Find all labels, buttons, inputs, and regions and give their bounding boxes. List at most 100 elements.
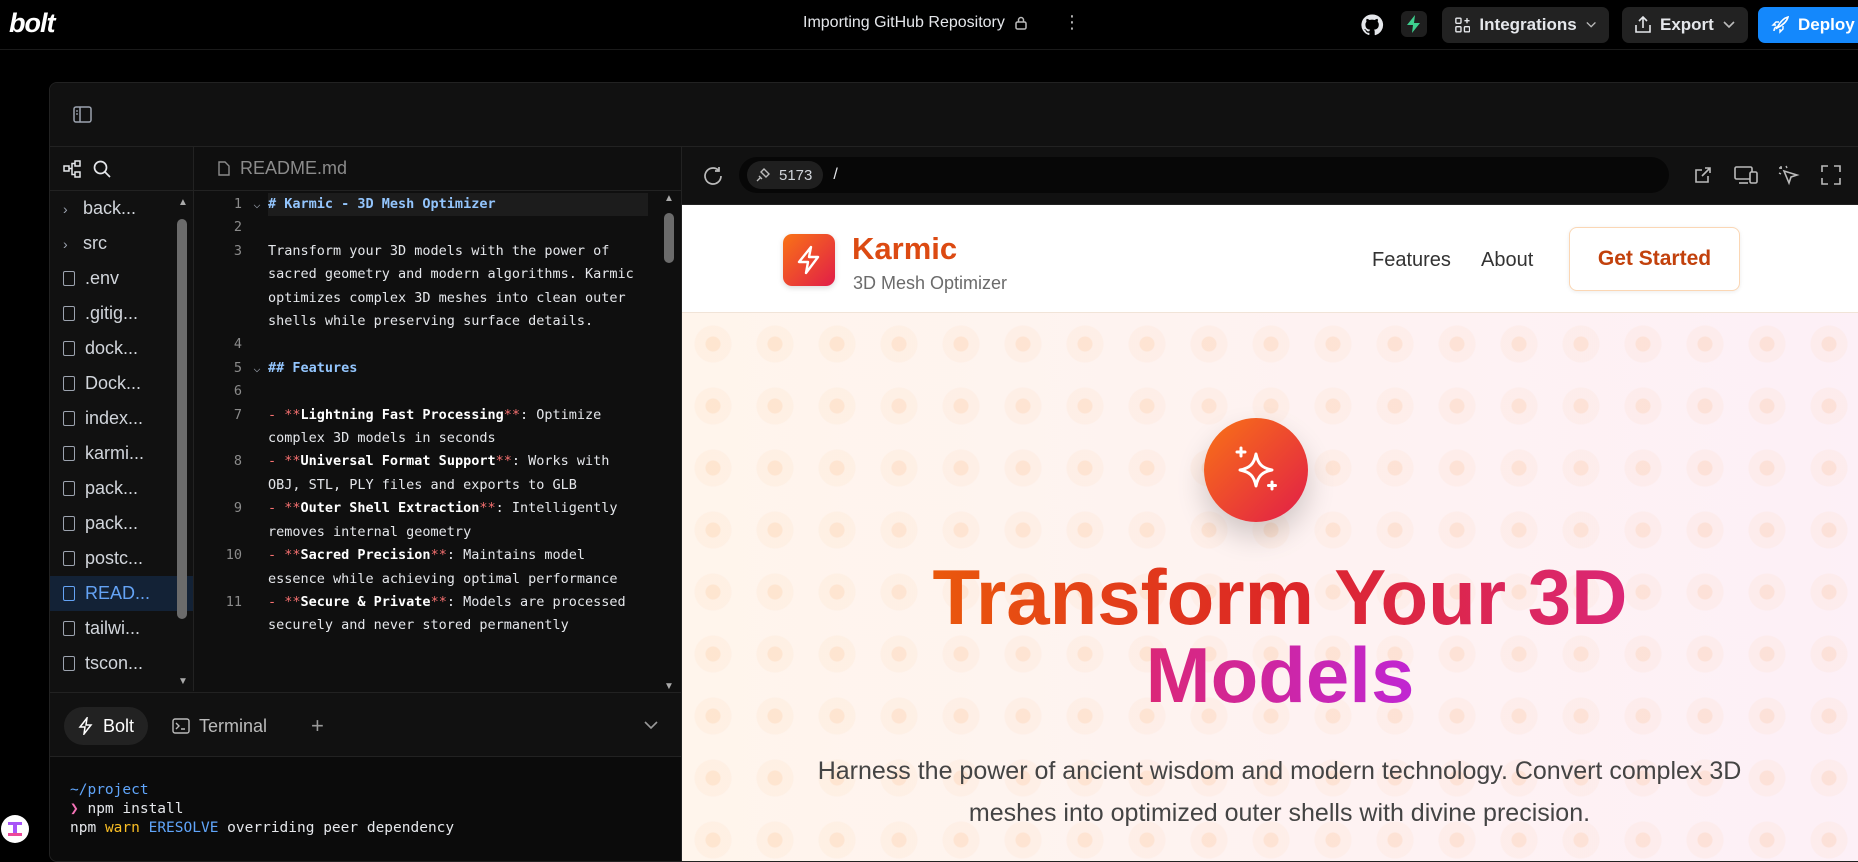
file-tree-folder[interactable]: › src bbox=[50, 226, 193, 261]
hero-section: Transform Your 3D Models Harness the pow… bbox=[682, 313, 1858, 861]
file-tree-label: tscon... bbox=[85, 653, 144, 673]
integrations-label: Integrations bbox=[1479, 15, 1577, 34]
file-tree-file[interactable]: READ... bbox=[50, 576, 193, 611]
project-title[interactable]: Importing GitHub Repository bbox=[803, 14, 1027, 32]
share-icon bbox=[1635, 16, 1651, 33]
site-navbar: Karmic 3D Mesh Optimizer Features About … bbox=[682, 205, 1858, 313]
file-tree-file[interactable]: pack... bbox=[50, 506, 193, 541]
terminal-message: overriding peer dependency bbox=[227, 820, 455, 836]
code-line: 1 ⌵ # Karmic - 3D Mesh Optimizer bbox=[194, 193, 681, 217]
rocket-icon bbox=[1771, 16, 1789, 34]
url-path: / bbox=[833, 166, 838, 183]
file-icon bbox=[218, 161, 230, 176]
export-button[interactable]: Export bbox=[1622, 7, 1748, 43]
search-icon[interactable] bbox=[93, 160, 111, 178]
lock-icon bbox=[1015, 16, 1027, 30]
chevron-down-icon bbox=[1586, 21, 1596, 28]
github-icon[interactable] bbox=[1360, 13, 1384, 37]
brand-name[interactable]: Karmic bbox=[852, 231, 957, 267]
file-tree-file[interactable]: dock... bbox=[50, 331, 193, 366]
code-lines[interactable]: 1 ⌵ # Karmic - 3D Mesh Optimizer 2 3 Transf… bbox=[194, 193, 681, 692]
file-icon bbox=[63, 621, 75, 636]
preview-toolbar: 5173 / bbox=[682, 147, 1858, 205]
port-selector[interactable]: 5173 bbox=[747, 161, 824, 189]
add-terminal-button[interactable]: + bbox=[297, 707, 338, 745]
file-tree-file[interactable]: tailwi... bbox=[50, 611, 193, 646]
workbench: › back... › src .env .gitig... dock... Dock... i… bbox=[49, 82, 1858, 862]
brand-tagline: 3D Mesh Optimizer bbox=[853, 273, 1008, 293]
get-started-button[interactable]: Get Started bbox=[1569, 227, 1740, 291]
reload-icon[interactable] bbox=[702, 165, 724, 187]
nav-link-features[interactable]: Features bbox=[1372, 249, 1451, 272]
file-tree-label: .env bbox=[85, 268, 120, 288]
file-tree-file[interactable]: .env bbox=[50, 261, 193, 296]
tab-terminal[interactable]: Terminal bbox=[158, 707, 281, 745]
file-tree-label: tailwi... bbox=[85, 618, 141, 638]
file-icon bbox=[63, 481, 75, 496]
avatar[interactable] bbox=[1, 815, 29, 843]
file-tree-file[interactable]: tscon... bbox=[50, 646, 193, 681]
hero-title-line-2: Models bbox=[1145, 631, 1415, 719]
code-line: 6 bbox=[233, 383, 242, 400]
grid-plus-icon bbox=[1455, 17, 1471, 33]
code-line-text: # Karmic - 3D Mesh Optimizer bbox=[268, 193, 648, 217]
chevron-down-icon[interactable] bbox=[644, 721, 658, 730]
file-tree-file[interactable]: postc... bbox=[50, 541, 193, 576]
file-tree-file[interactable]: karmi... bbox=[50, 436, 193, 471]
deploy-button[interactable]: Deploy bbox=[1758, 7, 1858, 43]
terminal-icon bbox=[172, 718, 190, 734]
terminal-npm: npm bbox=[70, 820, 97, 836]
code-bold-text: Universal Format Support bbox=[300, 453, 496, 470]
code-line: 10- **Sacred Precision**: Maintains mode… bbox=[225, 547, 618, 587]
file-tree-label: back... bbox=[83, 198, 137, 218]
export-label: Export bbox=[1660, 15, 1714, 34]
chevron-right-icon: › bbox=[63, 200, 68, 217]
supabase-icon[interactable] bbox=[1401, 11, 1427, 37]
file-tree-file[interactable]: .gitig... bbox=[50, 296, 193, 331]
terminal-command: npm install bbox=[87, 801, 184, 817]
file-tree-file[interactable]: index... bbox=[50, 401, 193, 436]
fullscreen-icon[interactable] bbox=[1821, 165, 1841, 185]
inspect-cursor-icon[interactable] bbox=[1778, 165, 1800, 187]
terminal-output[interactable]: ~/project ❯ npm install npm warn ERESOLV… bbox=[50, 756, 681, 861]
code-line: 8- **Universal Format Support**: Works w… bbox=[233, 453, 618, 493]
tab-terminal-label: Terminal bbox=[199, 715, 268, 736]
chevron-down-icon bbox=[1723, 21, 1735, 29]
bolt-logo[interactable]: bolt bbox=[9, 8, 55, 39]
code-line-text: Transform your 3D models with the power … bbox=[268, 242, 642, 330]
top-bar: bolt Importing GitHub Repository ⋮ Integ… bbox=[0, 0, 1858, 50]
terminal-path: ~/project bbox=[70, 782, 149, 798]
file-tree-file[interactable]: Dock... bbox=[50, 366, 193, 401]
code-bold-text: Lightning Fast Processing bbox=[300, 406, 504, 423]
file-tree-label: Dock... bbox=[85, 373, 142, 393]
code-line: 9- **Outer Shell Extraction**: Intellige… bbox=[233, 500, 626, 540]
code-line: 7- **Lightning Fast Processing**: Optimi… bbox=[233, 406, 610, 447]
file-tree-folder[interactable]: › back... bbox=[50, 191, 193, 226]
nav-link-about[interactable]: About bbox=[1481, 249, 1533, 272]
file-icon bbox=[63, 341, 75, 356]
code-line: 2 bbox=[233, 219, 242, 236]
tree-view-icon[interactable] bbox=[63, 160, 81, 178]
brand-bolt-icon[interactable] bbox=[783, 234, 835, 286]
tab-bolt[interactable]: Bolt bbox=[64, 707, 149, 745]
terminal-code: ERESOLVE bbox=[148, 820, 219, 836]
editor-scrollbar[interactable]: ▲ ▼ bbox=[662, 193, 676, 692]
url-bar[interactable]: 5173 / bbox=[739, 157, 1669, 193]
file-icon bbox=[63, 516, 75, 531]
editor-file-tab[interactable]: README.md bbox=[194, 147, 681, 191]
terminal-prompt: ❯ bbox=[70, 801, 79, 817]
more-options-icon[interactable]: ⋮ bbox=[1063, 12, 1081, 33]
file-tree-file[interactable]: pack... bbox=[50, 471, 193, 506]
open-external-icon[interactable] bbox=[1693, 165, 1713, 185]
bottom-panel-tabs: Bolt Terminal + bbox=[50, 692, 681, 756]
device-toggle-icon[interactable] bbox=[1734, 165, 1758, 185]
file-tree-label: .gitig... bbox=[85, 303, 139, 323]
code-editor[interactable]: README.md 1 ⌵ # Karmic - 3D Mesh Optimizer… bbox=[194, 147, 681, 692]
filetree-scrollbar[interactable]: ▲ ▼ bbox=[176, 197, 188, 687]
sidebar-toggle-icon[interactable] bbox=[73, 106, 92, 123]
editor-file-name: README.md bbox=[240, 158, 348, 178]
file-icon bbox=[63, 551, 75, 566]
file-tree-label: index... bbox=[85, 408, 144, 428]
integrations-button[interactable]: Integrations bbox=[1442, 7, 1609, 43]
file-tree-label: READ... bbox=[85, 583, 151, 603]
